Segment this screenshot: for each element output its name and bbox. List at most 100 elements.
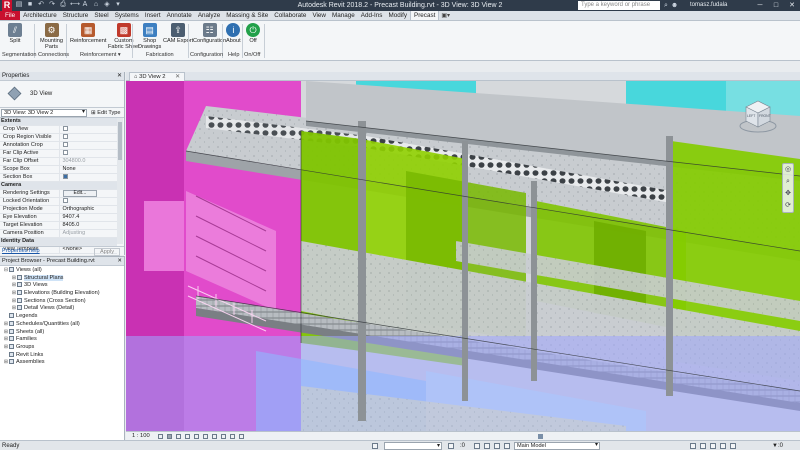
property-checkbox[interactable] xyxy=(62,142,68,148)
browser-node[interactable]: Legends xyxy=(0,313,124,321)
property-value[interactable] xyxy=(58,125,117,135)
shop-drawings-button[interactable]: ▤ Shop Drawings xyxy=(138,23,161,50)
orbit-icon[interactable]: ⟳ xyxy=(783,200,793,212)
mounting-parts-button[interactable]: ⚙ Mounting Parts xyxy=(40,23,63,50)
tab-collaborate[interactable]: Collaborate xyxy=(271,11,309,20)
off-button[interactable]: ⏻ Off xyxy=(246,23,260,44)
property-value[interactable]: Orthographic xyxy=(58,205,117,215)
browser-node[interactable]: Revit Links xyxy=(0,352,124,360)
account-icon[interactable]: ☻ xyxy=(671,1,678,10)
zoom-icon[interactable]: ⌕ xyxy=(783,176,793,188)
maximize-icon[interactable]: □ xyxy=(768,0,784,11)
tab-systems[interactable]: Systems xyxy=(112,11,142,20)
reinforcement-button[interactable]: ▦ Reinforcement xyxy=(70,23,106,44)
steering-wheel-icon[interactable]: ◎ xyxy=(783,164,793,176)
about-button[interactable]: i About xyxy=(226,23,241,44)
worksharing-display-icon[interactable] xyxy=(538,434,543,439)
tab-massing-site[interactable]: Massing & Site xyxy=(223,11,271,20)
browser-node[interactable]: ⊞ Groups xyxy=(0,344,124,352)
workset-dropdown[interactable] xyxy=(384,442,442,450)
property-category[interactable]: Extents xyxy=(0,118,117,127)
tab-structure[interactable]: Structure xyxy=(60,11,92,20)
rendering-icon[interactable] xyxy=(194,434,199,439)
browser-node[interactable]: ⊞ Elevations (Building Elevation) xyxy=(0,290,124,298)
properties-scrollbar[interactable] xyxy=(117,118,123,244)
filter-count[interactable]: ▼:0 xyxy=(772,441,783,450)
rendering-settings-edit-button[interactable]: Edit... xyxy=(62,190,98,197)
property-category[interactable]: Identity Data xyxy=(0,237,117,247)
property-category[interactable]: Camera xyxy=(0,181,117,191)
viewcube[interactable]: LEFT FRONT xyxy=(738,95,778,135)
worksets-icon[interactable] xyxy=(372,443,378,449)
pan-icon[interactable]: ✥ xyxy=(783,188,793,200)
sun-path-icon[interactable] xyxy=(176,434,181,439)
property-value[interactable] xyxy=(58,173,117,183)
search-icon[interactable]: ⌕ xyxy=(664,1,668,10)
group-reinforcement[interactable]: Reinforcement ▾ xyxy=(80,52,121,59)
property-value[interactable] xyxy=(58,133,117,143)
tab-view[interactable]: View xyxy=(309,11,329,20)
select-links-icon[interactable] xyxy=(690,443,696,449)
minimize-icon[interactable]: ─ xyxy=(752,0,768,11)
search-input[interactable]: Type a keyword or phrase xyxy=(578,1,660,10)
custom-fabric-sheet-button[interactable]: ▩ Custom Fabric Sheet xyxy=(108,23,140,50)
reveal-hidden-icon[interactable] xyxy=(239,434,244,439)
properties-help-link[interactable]: Properties help xyxy=(2,248,40,254)
property-value[interactable]: 8405.0 xyxy=(58,221,117,231)
browser-node[interactable]: ⊞ 3D Views xyxy=(0,282,124,290)
show-crop-icon[interactable] xyxy=(212,434,217,439)
tab-annotate[interactable]: Annotate xyxy=(164,11,195,20)
tab-precast[interactable]: Precast xyxy=(410,11,440,20)
close-icon[interactable]: ✕ xyxy=(175,74,180,80)
browser-node[interactable]: ⊞ Families xyxy=(0,336,124,344)
property-value[interactable]: None xyxy=(58,165,117,175)
tab-manage[interactable]: Manage xyxy=(329,11,358,20)
edit-type-button[interactable]: ⊞ Edit Type xyxy=(91,109,120,117)
select-underlay-icon[interactable] xyxy=(700,443,706,449)
temporary-hide-icon[interactable] xyxy=(230,434,235,439)
links-icon[interactable] xyxy=(484,443,490,449)
drag-elements-icon[interactable] xyxy=(730,443,736,449)
browser-node[interactable]: ⊞ Sections (Cross Section) xyxy=(0,298,124,306)
type-selector[interactable]: 3D View xyxy=(0,81,124,108)
crop-view-icon[interactable] xyxy=(203,434,208,439)
tab-steel[interactable]: Steel xyxy=(91,11,111,20)
tab-architecture[interactable]: Architecture xyxy=(20,11,60,20)
tab-file[interactable]: File xyxy=(0,11,21,20)
property-value[interactable]: 9407.4 xyxy=(58,213,117,223)
user-name[interactable]: tomasz.fudala xyxy=(690,1,727,10)
browser-node[interactable]: ⊞ Schedules/Quantities (all) xyxy=(0,321,124,329)
apply-button[interactable]: Apply xyxy=(94,248,120,256)
design-options-icon[interactable] xyxy=(474,443,480,449)
close-icon[interactable]: ✕ xyxy=(117,257,122,266)
tab-analyze[interactable]: Analyze xyxy=(195,11,223,20)
detail-level-icon[interactable] xyxy=(158,434,163,439)
property-checkbox[interactable] xyxy=(62,126,68,132)
instance-selector-dropdown[interactable]: 3D View: 3D View 2 xyxy=(1,109,87,117)
design-option-dropdown[interactable]: Main Model xyxy=(514,442,600,450)
browser-node[interactable]: ⊟ Views (all) xyxy=(0,267,124,275)
underlay-icon[interactable] xyxy=(494,443,500,449)
property-value[interactable] xyxy=(58,149,117,159)
tab-add-ins[interactable]: Add-Ins xyxy=(358,11,386,20)
split-button[interactable]: ⫽ Split xyxy=(8,23,22,44)
close-icon[interactable]: ✕ xyxy=(784,0,800,11)
select-pinned-icon[interactable] xyxy=(710,443,716,449)
browser-node[interactable]: ⊞ Assemblies xyxy=(0,359,124,367)
property-checkbox[interactable] xyxy=(62,134,68,140)
pinned-icon[interactable] xyxy=(504,443,510,449)
property-checkbox[interactable] xyxy=(62,150,68,156)
ribbon-minimize-icon[interactable]: ▣▾ xyxy=(439,11,452,20)
visual-style-icon[interactable] xyxy=(167,434,172,439)
tab-modify[interactable]: Modify xyxy=(385,11,410,20)
browser-node[interactable]: ⊞ Detail Views (Detail) xyxy=(0,305,124,313)
property-checkbox[interactable] xyxy=(62,174,68,180)
browser-node[interactable]: ⊞ Sheets (all) xyxy=(0,329,124,337)
editing-requests-icon[interactable] xyxy=(448,443,454,449)
close-icon[interactable]: ✕ xyxy=(117,72,122,81)
tab-3d-view-2[interactable]: ⌂ 3D View 2 ✕ xyxy=(129,72,185,81)
property-value[interactable] xyxy=(58,141,117,151)
tab-insert[interactable]: Insert xyxy=(142,11,164,20)
property-value[interactable]: Edit... xyxy=(58,189,117,199)
lock-view-icon[interactable] xyxy=(221,434,226,439)
